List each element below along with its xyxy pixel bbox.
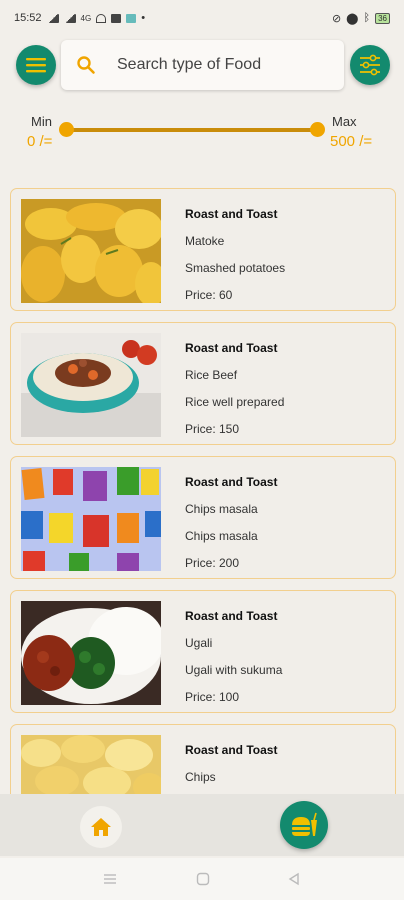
home-icon (91, 818, 111, 836)
food-details: Roast and Toast Chips (185, 743, 277, 794)
bluetooth-icon: ᛒ (363, 12, 371, 24)
max-value: 500 /= (330, 133, 373, 150)
back-icon[interactable] (287, 872, 301, 886)
min-slider-thumb[interactable] (59, 122, 74, 137)
home-button[interactable] (80, 806, 122, 848)
food-name: Chips masala (185, 502, 258, 516)
shop-name: Roast and Toast (185, 609, 278, 623)
food-price: Price: 150 (185, 422, 240, 436)
food-name: Ugali (185, 636, 213, 650)
min-value: 0 /= (27, 133, 53, 150)
network-type: 4G (80, 13, 92, 23)
food-card[interactable]: Roast and Toast Chips (10, 724, 396, 794)
app-notification-icon-2 (126, 13, 137, 23)
food-description: Chips masala (185, 529, 258, 543)
max-slider-thumb[interactable] (310, 122, 325, 137)
top-bar (0, 36, 404, 94)
system-nav-bar (0, 858, 404, 900)
food-price: Price: 200 (185, 556, 240, 570)
location-icon: ⬤ (346, 12, 359, 25)
food-details: Roast and Toast Matoke Smashed potatoes … (185, 207, 285, 315)
shop-name: Roast and Toast (185, 341, 278, 355)
food-details: Roast and Toast Rice Beef Rice well prep… (185, 341, 284, 449)
home-nav-icon[interactable] (196, 872, 210, 886)
food-list[interactable]: Roast and Toast Matoke Smashed potatoes … (10, 188, 396, 794)
wifi-icon (96, 13, 107, 23)
rice-beef-photo (21, 333, 161, 437)
hamburger-icon (26, 58, 46, 73)
food-card[interactable]: Roast and Toast Matoke Smashed potatoes … (10, 188, 396, 311)
food-cart-button[interactable] (280, 801, 328, 849)
food-name: Rice Beef (185, 368, 238, 382)
food-details: Roast and Toast Ugali Ugali with sukuma … (185, 609, 282, 717)
sliders-icon (360, 54, 380, 76)
food-card[interactable]: Roast and Toast Chips masala Chips masal… (10, 456, 396, 579)
more-dots-icon: • (141, 12, 146, 24)
food-description: Smashed potatoes (185, 261, 286, 275)
food-name: Matoke (185, 234, 225, 248)
potato-chips-photo (21, 735, 161, 794)
ugali-photo (21, 601, 161, 705)
food-details: Roast and Toast Chips masala Chips masal… (185, 475, 277, 583)
slider-track[interactable] (66, 128, 318, 132)
min-label: Min (31, 114, 52, 129)
burger-drink-icon (292, 812, 317, 836)
bottom-nav (0, 794, 404, 856)
search-input[interactable] (117, 56, 337, 74)
food-name: Chips (185, 770, 216, 784)
food-description: Rice well prepared (185, 395, 285, 409)
signal-icon (46, 13, 59, 23)
status-left: 15:52 4G • (14, 12, 145, 24)
chips-packets-photo (21, 467, 161, 571)
recents-icon[interactable] (103, 872, 117, 886)
status-bar: 15:52 4G • ⊘ ⬤ ᛒ 36 (0, 0, 404, 36)
menu-button[interactable] (16, 45, 56, 85)
food-card[interactable]: Roast and Toast Ugali Ugali with sukuma … (10, 590, 396, 713)
food-price: Price: 60 (185, 288, 233, 302)
shop-name: Roast and Toast (185, 743, 278, 757)
matoke-photo (21, 199, 161, 303)
max-label: Max (332, 114, 357, 129)
food-price: Price: 100 (185, 690, 240, 704)
vibrate-icon: ⊘ (331, 12, 342, 25)
status-right: ⊘ ⬤ ᛒ 36 (332, 12, 390, 25)
signal-icon-2 (63, 13, 76, 23)
price-range-slider: Min Max 0 /= 500 /= (0, 108, 404, 164)
search-icon-wrap (61, 55, 111, 75)
filter-button[interactable] (350, 45, 390, 85)
status-time: 15:52 (14, 12, 42, 24)
food-card[interactable]: Roast and Toast Rice Beef Rice well prep… (10, 322, 396, 445)
search-box[interactable] (61, 40, 344, 90)
app-notification-icon (111, 13, 122, 23)
shop-name: Roast and Toast (185, 207, 278, 221)
shop-name: Roast and Toast (185, 475, 278, 489)
food-description: Ugali with sukuma (185, 663, 283, 677)
battery-icon: 36 (375, 12, 390, 24)
search-icon (77, 56, 95, 74)
